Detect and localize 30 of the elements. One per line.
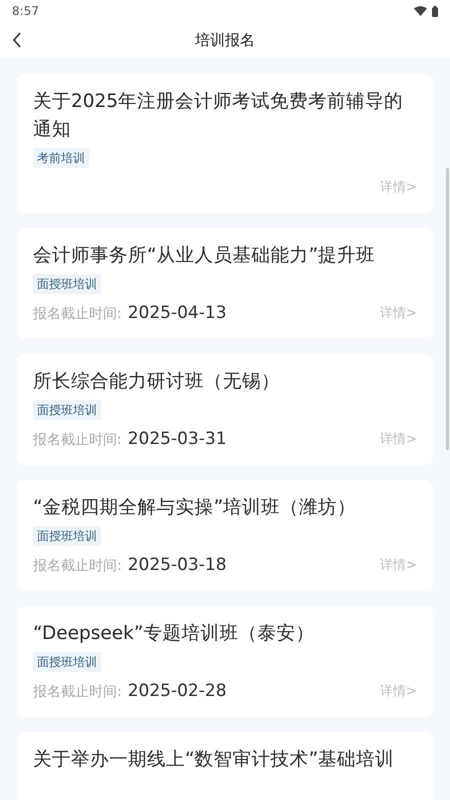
page-title: 培训报名	[195, 30, 255, 50]
deadline-date: 2025-03-31	[128, 429, 227, 449]
category-tag: 面授班培训	[33, 526, 101, 546]
course-title: 会计师事务所“从业人员基础能力”提升班	[33, 244, 376, 268]
deadline-label: 报名截止时间:	[33, 557, 122, 575]
category-tag: 面授班培训	[33, 400, 101, 420]
course-card[interactable]: “Deepseek”专题培训班（泰安） 面授班培训 报名截止时间: 2025-02-28 详情>	[17, 606, 433, 717]
deadline-date: 2025-03-18	[128, 555, 227, 575]
course-card[interactable]: “金税四期全解与实操”培训班（潍坊） 面授班培训 报名截止时间: 2025-03-18 详情>	[17, 480, 433, 591]
course-title: 关于2025年注册会计师考试免费考前辅导的通知	[33, 90, 404, 142]
category-tag: 考前培训	[33, 148, 89, 168]
wifi-icon	[414, 6, 427, 16]
course-title: 所长综合能力研讨班（无锡）	[33, 370, 281, 394]
deadline-label: 报名截止时间:	[33, 431, 122, 449]
chevron-left-icon	[12, 32, 22, 48]
course-card[interactable]: 会计师事务所“从业人员基础能力”提升班 面授班培训 报名截止时间: 2025-04-13 详情>	[17, 228, 433, 339]
course-card[interactable]: 关于2025年注册会计师考试免费考前辅导的通知 考前培训 详情>	[17, 74, 433, 213]
deadline-label: 报名截止时间:	[33, 683, 122, 701]
category-tag: 面授班培训	[33, 274, 101, 294]
deadline-label: 报名截止时间:	[33, 305, 122, 323]
deadline-date: 2025-04-13	[128, 303, 227, 323]
deadline-date: 2025-02-28	[128, 681, 227, 701]
category-tag: 面授班培训	[33, 652, 101, 672]
status-time: 8:57	[12, 4, 39, 18]
course-title: “金税四期全解与实操”培训班（潍坊）	[33, 496, 358, 520]
course-title: 关于举办一期线上“数智审计技术”基础培训	[33, 748, 396, 772]
scroll-bar[interactable]	[446, 168, 449, 450]
battery-icon	[432, 6, 438, 16]
course-title: “Deepseek”专题培训班（泰安）	[33, 622, 316, 646]
course-card[interactable]: 所长综合能力研讨班（无锡） 面授班培训 报名截止时间: 2025-03-31 详情>	[17, 354, 433, 465]
